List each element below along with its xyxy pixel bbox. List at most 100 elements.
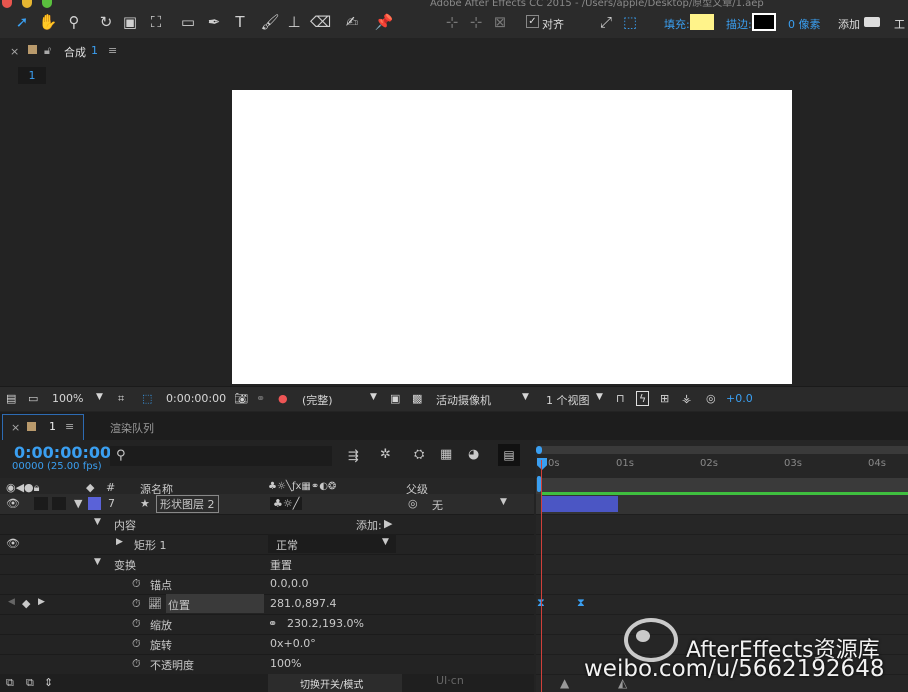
pan-behind-tool-icon[interactable]: ⛶ [146, 12, 166, 32]
fill-label[interactable]: 填充: [664, 16, 690, 32]
stopwatch-icon[interactable]: ⏱︎ [132, 637, 141, 651]
flowchart-badge[interactable]: 1 [18, 67, 46, 84]
fill-color-swatch[interactable] [690, 14, 714, 30]
rectangle-tool-icon[interactable]: ▭ [178, 12, 198, 32]
work-area-bar[interactable] [538, 446, 908, 454]
parent-dropdown-icon[interactable]: ▼ [500, 497, 507, 507]
draft-3d-icon[interactable]: ✲ [380, 447, 391, 462]
add-keyframe-icon[interactable]: ◆ [22, 597, 30, 610]
exposure-icon[interactable]: ◎ [706, 392, 716, 405]
views-dropdown-icon[interactable]: ▼ [596, 392, 603, 402]
camera-select[interactable]: 活动摄像机 [436, 392, 491, 408]
pixel-aspect-icon[interactable]: ⊓ [616, 392, 625, 405]
stopwatch-icon[interactable]: ⏱︎ [132, 657, 141, 671]
preview-icon[interactable]: ▤ [6, 392, 16, 405]
solo-switch[interactable] [34, 497, 48, 510]
stopwatch-icon[interactable]: ⏱︎ [132, 577, 141, 591]
snap-grid-icon[interactable]: ⬚ [620, 12, 640, 32]
property-value[interactable]: 281.0,897.4 [270, 597, 336, 610]
motion-blur-icon[interactable]: ◕ [468, 447, 479, 462]
exposure-value[interactable]: +0.0 [726, 392, 753, 405]
puppet-pin-tool-icon[interactable]: 📌 [374, 12, 394, 32]
resolution-select[interactable]: (完整) [302, 392, 333, 408]
reset-transform-link[interactable]: 重置 [270, 557, 292, 573]
transparency-grid-icon[interactable]: ▩ [412, 392, 422, 405]
graph-icon[interactable]: 📈︎ [148, 597, 162, 610]
selection-tool-icon[interactable]: ➚ [12, 12, 32, 32]
constrain-proportions-icon[interactable]: ⚭ [268, 617, 277, 630]
type-tool-icon[interactable]: T [230, 12, 250, 32]
parent-value[interactable]: 无 [432, 497, 443, 513]
zoom-dropdown-icon[interactable]: ▼ [96, 392, 103, 402]
viewer-timecode[interactable]: 0:00:00:00 [166, 392, 226, 405]
camera-dropdown-icon[interactable]: ▼ [522, 392, 529, 402]
rectangle-label[interactable]: 矩形 1 [134, 537, 167, 553]
close-timeline-icon[interactable]: × [11, 421, 20, 434]
monitor-icon[interactable]: ▭ [28, 392, 38, 405]
av-switches-icon[interactable]: ◉◀●🔒︎ [6, 481, 40, 495]
layer-search-input[interactable] [110, 446, 332, 466]
eraser-tool-icon[interactable]: ⌫ [310, 12, 331, 32]
layer-duration-bar[interactable] [542, 496, 618, 512]
panel-menu-icon[interactable]: ≡ [108, 44, 117, 57]
fast-preview-icon[interactable]: ϟ [636, 391, 650, 406]
graph-editor-icon[interactable]: ▤ [498, 444, 520, 466]
rectangle-expand-icon[interactable]: ▶ [116, 537, 123, 547]
rectangle-eye-icon[interactable]: 👁︎ [6, 537, 20, 550]
brush-tool-icon[interactable]: 🖌 [260, 12, 280, 32]
pen-tool-icon[interactable]: ✒ [204, 12, 224, 32]
world-axis-icon[interactable]: ⊹ [466, 12, 486, 32]
keyframe-end-icon[interactable]: ⧗ [577, 596, 585, 610]
layer-name[interactable]: 形状图层 2 [156, 495, 219, 513]
prev-keyframe-icon[interactable]: ◀ [8, 597, 15, 607]
minimize-window-icon[interactable] [22, 0, 32, 8]
render-queue-tab[interactable]: 渲染队列 [110, 420, 154, 436]
contents-expand-icon[interactable]: ▼ [94, 517, 101, 527]
comp-tab-number[interactable]: 1 [91, 44, 98, 57]
modes-pane-icon[interactable]: ⧉ [26, 676, 34, 690]
frame-blending-icon[interactable]: ▦ [440, 447, 452, 462]
layer-switches[interactable]: ♣☼╱ [270, 497, 303, 510]
visibility-eye-icon[interactable]: 👁︎ [6, 497, 20, 510]
stopwatch-active-icon[interactable]: ⏱︎ [132, 597, 141, 611]
comp-mini-flowchart-icon[interactable]: ⇶ [348, 449, 359, 464]
layer-label-color[interactable] [88, 497, 101, 510]
safe-area-icon[interactable]: ⌗ [118, 392, 124, 406]
property-value[interactable]: 100% [270, 657, 301, 670]
timeline-timecode[interactable]: 0:00:00:00 [14, 443, 111, 462]
comp-tab-title[interactable]: 合成 [64, 44, 86, 60]
camera-tool-icon[interactable]: ▣ [120, 12, 140, 32]
add-shape-icon[interactable] [864, 17, 880, 27]
layer-switches-pane-icon[interactable]: ⧉ [6, 676, 14, 690]
stroke-color-swatch[interactable] [752, 13, 776, 31]
channel-icon[interactable]: ● [278, 392, 288, 405]
property-value[interactable]: 230.2,193.0% [287, 617, 364, 630]
parent-pickwhip-icon[interactable]: ◎ [408, 497, 418, 510]
flowchart-icon[interactable]: ⚶ [682, 392, 691, 405]
stroke-label[interactable]: 描边: [726, 16, 752, 32]
rotate-tool-icon[interactable]: ↻ [96, 12, 116, 32]
views-select[interactable]: 1 个视图 [546, 392, 590, 408]
view-axis-icon[interactable]: ⊠ [490, 12, 510, 32]
timeline-icon[interactable]: ⊞ [660, 392, 669, 405]
transform-expand-icon[interactable]: ▼ [94, 557, 101, 567]
snapshot-icon[interactable]: 📷︎ [234, 392, 248, 405]
timeline-comp-tab[interactable]: × 1 ≡ [2, 414, 84, 441]
show-snapshot-icon[interactable]: ⚭ [256, 392, 265, 405]
composition-canvas[interactable] [232, 90, 792, 384]
work-area-start-handle[interactable] [536, 446, 542, 454]
stopwatch-icon[interactable]: ⏱︎ [132, 617, 141, 631]
add-contents-icon[interactable]: ▶ [384, 517, 392, 530]
lock-switch[interactable] [52, 497, 66, 510]
label-column-icon[interactable]: ◆ [86, 481, 94, 494]
snap-icon[interactable]: ⤢ [596, 12, 616, 32]
zoom-level[interactable]: 100% [52, 392, 83, 405]
align-checkbox[interactable]: ✓ [526, 15, 539, 28]
layer-switches-header[interactable]: ♣☼╲ƒx▦⚭◐❂ [268, 481, 336, 492]
next-keyframe-icon[interactable]: ▶ [38, 597, 45, 607]
in-out-pane-icon[interactable]: ⇕ [44, 676, 53, 689]
resolution-dropdown-icon[interactable]: ▼ [370, 392, 377, 402]
workspace-label[interactable]: 工 [894, 16, 905, 32]
property-value[interactable]: 0.0,0.0 [270, 577, 308, 590]
timeline-menu-icon[interactable]: ≡ [65, 420, 74, 433]
